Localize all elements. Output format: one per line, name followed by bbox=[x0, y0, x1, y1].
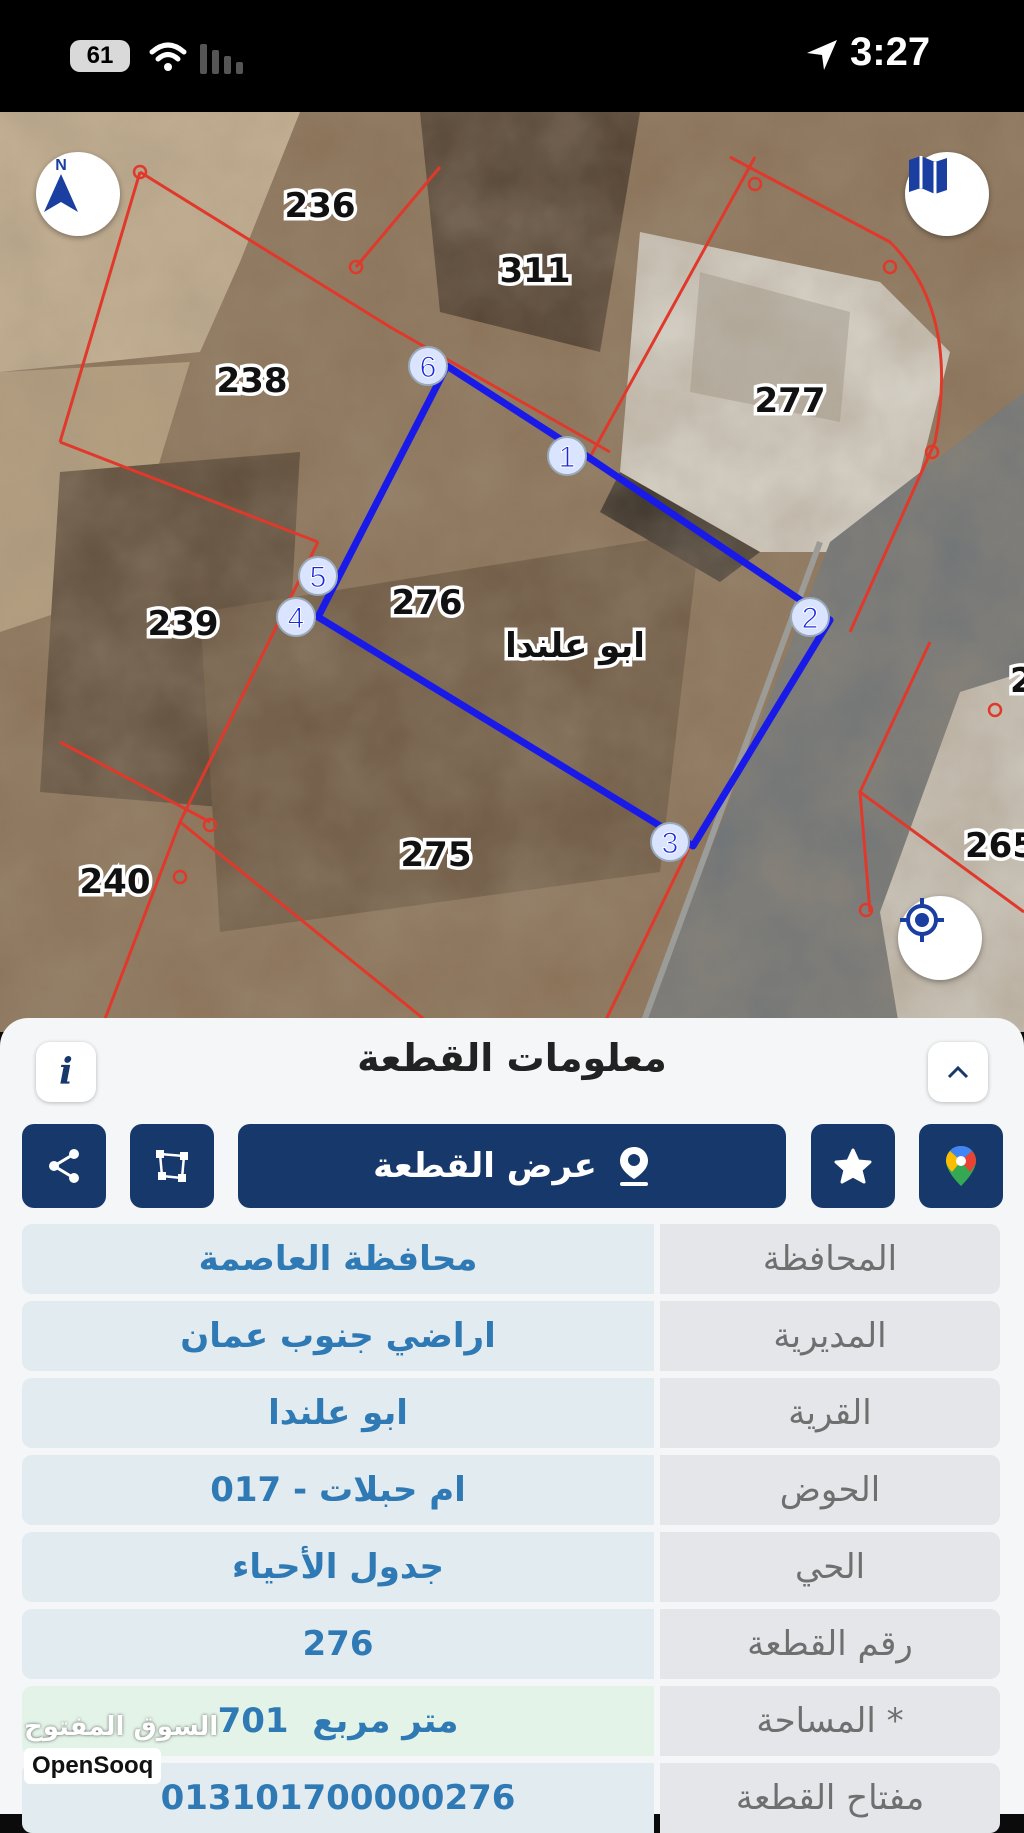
parcel-number-value: 276 bbox=[22, 1609, 654, 1679]
share-button[interactable] bbox=[22, 1124, 106, 1208]
svg-text:4: 4 bbox=[288, 602, 305, 635]
compass-icon: N bbox=[44, 157, 78, 212]
battery-indicator: 61 bbox=[70, 40, 130, 72]
basin-value: ام حبلات - 017 bbox=[22, 1455, 654, 1525]
svg-text:1: 1 bbox=[559, 441, 576, 474]
vertex-marker-4: 4 bbox=[276, 597, 316, 637]
info-button[interactable]: i bbox=[36, 1042, 96, 1102]
wifi-icon bbox=[149, 42, 187, 71]
compass-button[interactable]: N bbox=[36, 152, 120, 236]
location-pin-icon bbox=[619, 1147, 648, 1186]
info-icon: i bbox=[59, 1051, 73, 1093]
parcel-number-label: رقم القطعة bbox=[660, 1609, 1000, 1679]
signal-icon bbox=[200, 44, 243, 74]
watermark-arabic: السوق المفتوح bbox=[24, 1712, 219, 1742]
google-maps-button[interactable] bbox=[919, 1124, 1003, 1208]
favorite-button[interactable] bbox=[811, 1124, 895, 1208]
village-label: القرية bbox=[660, 1378, 1000, 1448]
parcel-label-265: 265 bbox=[965, 826, 1024, 866]
parcel-label-236: 236 bbox=[285, 186, 356, 226]
neighborhood-value: جدول الأحياء bbox=[22, 1532, 654, 1602]
parcel-label-239: 239 bbox=[148, 604, 219, 644]
svg-text:5: 5 bbox=[310, 561, 327, 594]
info-row-directorate: اراضي جنوب عمان المديرية bbox=[22, 1301, 1000, 1371]
basin-label: الحوض bbox=[660, 1455, 1000, 1525]
directorate-value: اراضي جنوب عمان bbox=[22, 1301, 654, 1371]
vertex-marker-1: 1 bbox=[547, 436, 587, 476]
crosshair-icon bbox=[900, 898, 944, 942]
svg-text:2: 2 bbox=[802, 602, 819, 635]
parcel-label-240: 240 bbox=[80, 862, 151, 902]
village-label: ابو علندا bbox=[505, 626, 645, 666]
parcel-label-277: 277 bbox=[755, 381, 826, 421]
map-icon bbox=[909, 156, 947, 194]
panel-title: معلومات القطعة bbox=[357, 1036, 667, 1080]
draw-polygon-button[interactable] bbox=[130, 1124, 214, 1208]
status-bar: 61 3:27 bbox=[0, 0, 1024, 112]
vertex-marker-3: 3 bbox=[650, 822, 690, 862]
svg-text:3: 3 bbox=[662, 827, 679, 860]
parcel-key-label: مفتاح القطعة bbox=[660, 1763, 1000, 1833]
map-view[interactable]: 6 1 2 3 5 4 236 311 238 277 239 276 ابو … bbox=[0, 112, 1024, 1032]
info-row-neighborhood: جدول الأحياء الحي bbox=[22, 1532, 1000, 1602]
watermark-english: OpenSooq bbox=[24, 1748, 162, 1784]
parcel-info-panel: i معلومات القطعة عرض القطعة محافظة العاص… bbox=[0, 1018, 1024, 1833]
share-icon bbox=[49, 1149, 79, 1183]
chevron-up-icon bbox=[947, 1065, 969, 1079]
star-icon bbox=[834, 1148, 872, 1184]
vertex-marker-5: 5 bbox=[298, 556, 338, 596]
clock: 3:27 bbox=[850, 30, 931, 74]
svg-text:N: N bbox=[55, 157, 67, 174]
parcel-label-275: 275 bbox=[401, 835, 472, 875]
google-maps-icon bbox=[946, 1146, 976, 1186]
vertex-marker-2: 2 bbox=[790, 597, 830, 637]
vertex-marker-6: 6 bbox=[408, 346, 448, 386]
collapse-button[interactable] bbox=[928, 1042, 988, 1102]
show-parcel-label: عرض القطعة bbox=[373, 1146, 597, 1186]
my-location-button[interactable] bbox=[898, 896, 982, 980]
show-parcel-button[interactable]: عرض القطعة bbox=[238, 1124, 786, 1208]
satellite-map: 6 1 2 3 5 4 236 311 238 277 239 276 ابو … bbox=[0, 112, 1024, 1032]
polygon-icon bbox=[156, 1150, 188, 1182]
directorate-label: المديرية bbox=[660, 1301, 1000, 1371]
location-arrow-icon bbox=[807, 40, 837, 70]
info-row-parcel-number: 276 رقم القطعة bbox=[22, 1609, 1000, 1679]
area-label: المساحة * bbox=[660, 1686, 1000, 1756]
parcel-label-238: 238 bbox=[217, 361, 288, 401]
info-row-village: ابو علندا القرية bbox=[22, 1378, 1000, 1448]
parcel-label-311: 311 bbox=[500, 251, 571, 291]
village-value: ابو علندا bbox=[22, 1378, 654, 1448]
opensooq-watermark: السوق المفتوح OpenSooq bbox=[24, 1712, 218, 1784]
info-row-governorate: محافظة العاصمة المحافظة bbox=[22, 1224, 1000, 1294]
map-layers-button[interactable] bbox=[905, 152, 989, 236]
parcel-label-276: 276 bbox=[392, 583, 463, 623]
governorate-label: المحافظة bbox=[660, 1224, 1000, 1294]
info-row-basin: ام حبلات - 017 الحوض bbox=[22, 1455, 1000, 1525]
svg-text:6: 6 bbox=[420, 351, 437, 384]
parcel-label-partial: 2 bbox=[1010, 661, 1024, 701]
governorate-value: محافظة العاصمة bbox=[22, 1224, 654, 1294]
neighborhood-label: الحي bbox=[660, 1532, 1000, 1602]
